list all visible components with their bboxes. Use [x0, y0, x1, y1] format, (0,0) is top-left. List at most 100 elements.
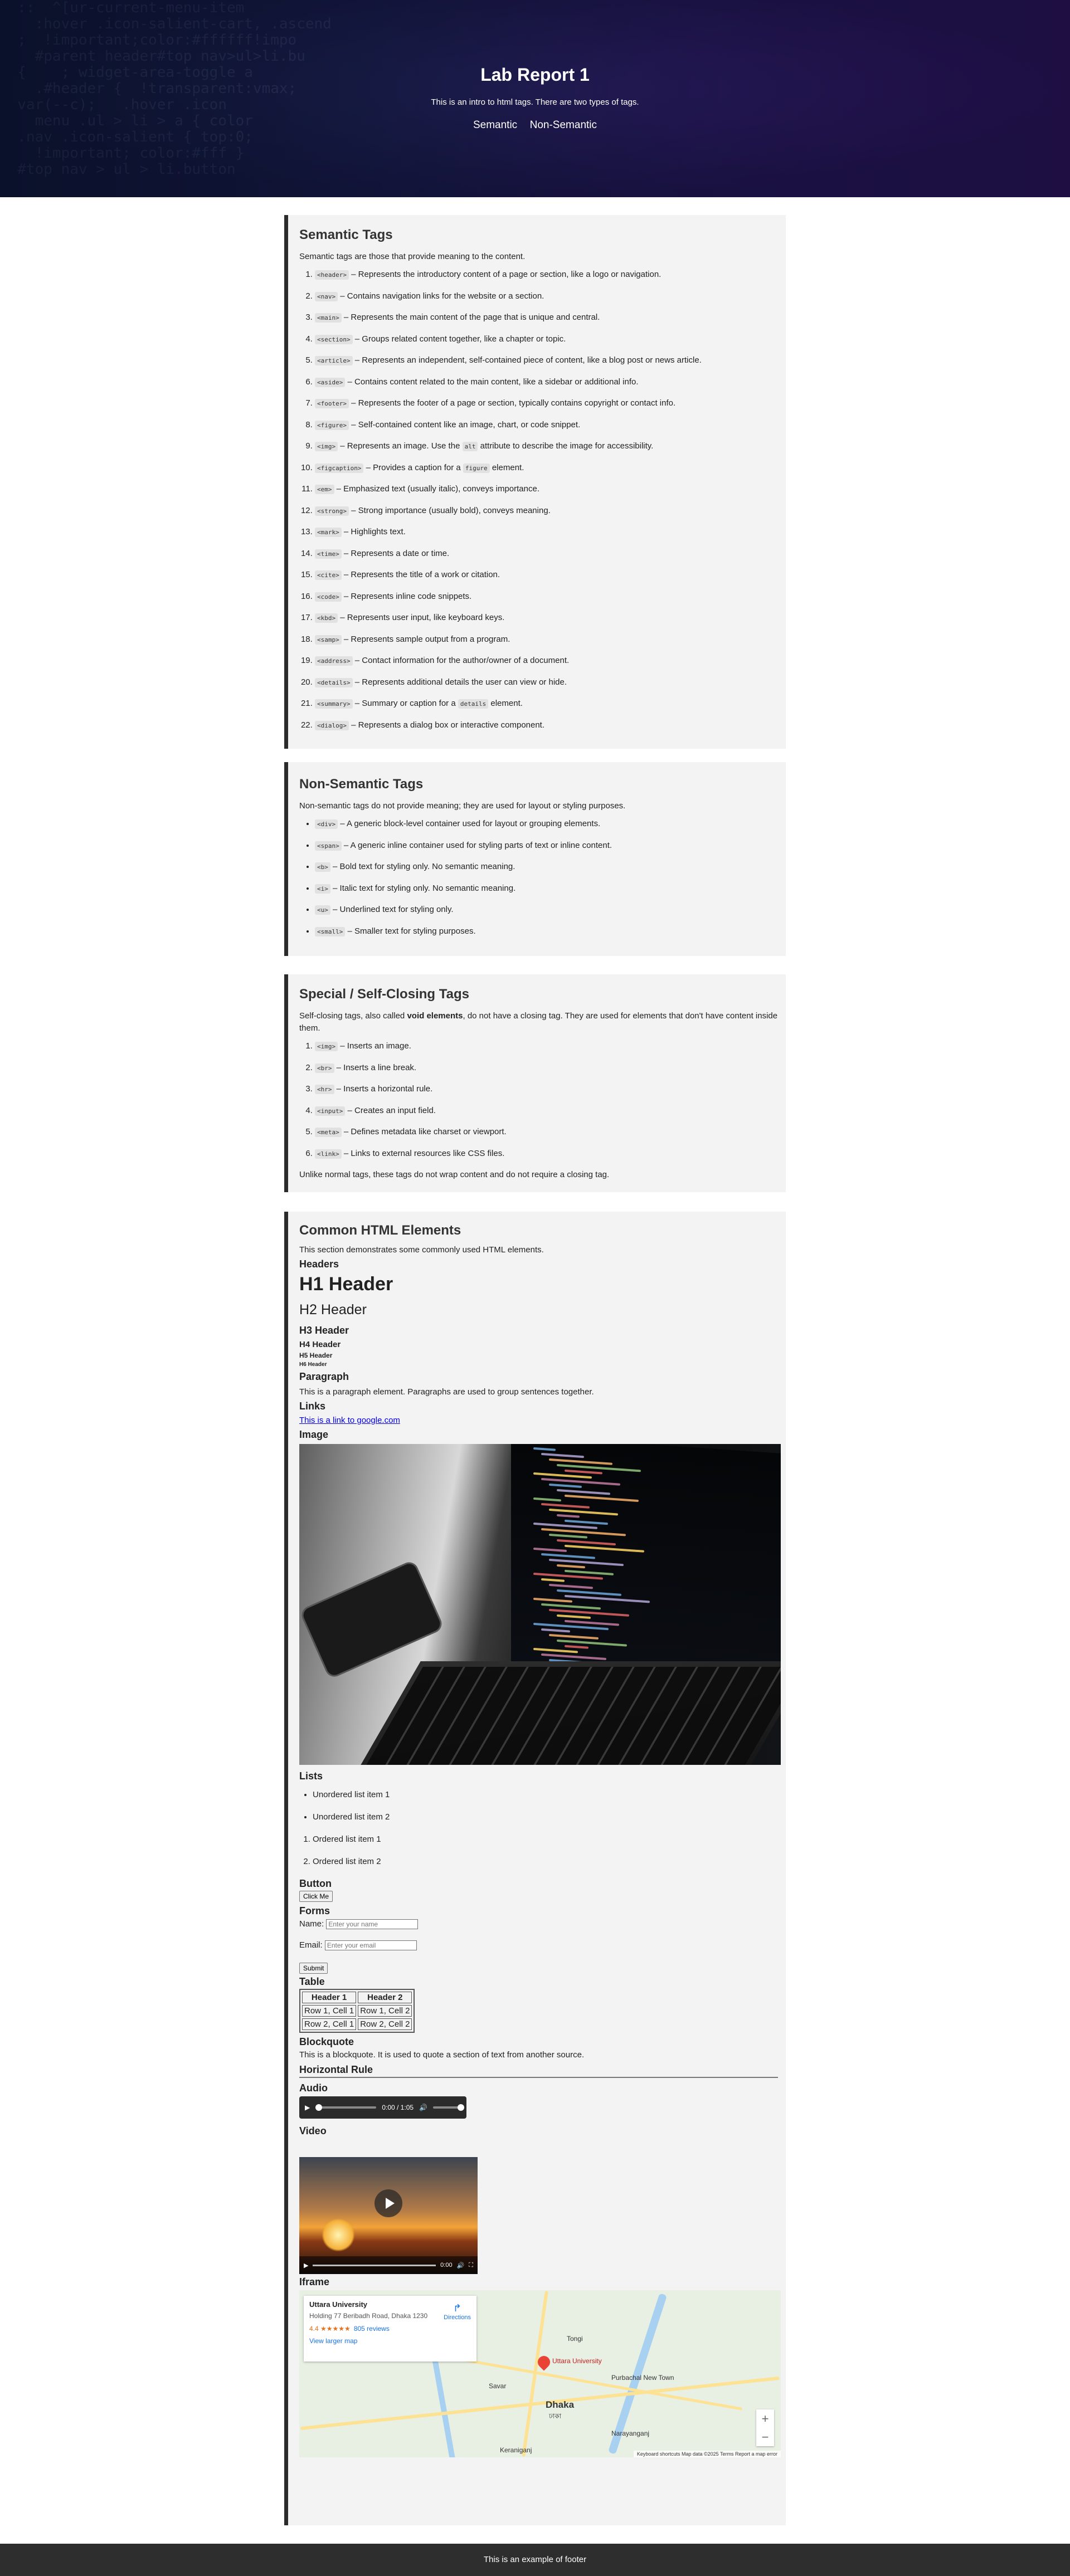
tag-code: <samp> — [315, 635, 342, 645]
self-closing-section: Special / Self-Closing Tags Self-closing… — [284, 974, 786, 1192]
tag-code: <cite> — [315, 570, 342, 580]
section-desc: Non-semantic tags do not provide meaning… — [299, 801, 626, 811]
list-item: Ordered list item 2 — [313, 1856, 778, 1868]
table-label: Table — [299, 1976, 325, 1987]
tag-list-item: <mark> – Highlights text. — [315, 526, 778, 539]
tag-list-item: <span> – A generic inline container used… — [315, 840, 778, 852]
hr-label: Horizontal Rule — [299, 2064, 373, 2075]
directions-button[interactable]: ↱ Directions — [444, 2302, 471, 2321]
tag-code: <details> — [315, 677, 353, 687]
tag-list-item: <nav> – Contains navigation links for th… — [315, 290, 778, 303]
tag-code: <em> — [315, 485, 334, 494]
section-desc: Self-closing tags, also called void elem… — [299, 1011, 778, 1033]
tag-code: <input> — [315, 1106, 346, 1116]
h6-demo: H6 Header — [299, 1362, 327, 1368]
map-zoom-control[interactable]: + − — [756, 2409, 774, 2446]
common-elements-section: Common HTML Elements This section demons… — [284, 1212, 786, 2525]
tag-list-item: <b> – Bold text for styling only. No sem… — [315, 861, 778, 874]
tag-code: figure — [463, 463, 490, 473]
tag-code: <img> — [315, 442, 338, 451]
play-icon[interactable]: ▶ — [304, 2262, 308, 2269]
section-desc: This section demonstrates some commonly … — [299, 1245, 544, 1255]
tag-code: <main> — [315, 313, 342, 323]
submit-button[interactable]: Submit — [299, 1963, 328, 1974]
tag-code: <br> — [315, 1063, 334, 1073]
view-larger-map-link[interactable]: View larger map — [309, 2337, 471, 2345]
tag-code: <mark> — [315, 528, 342, 537]
section-title: Special / Self-Closing Tags — [299, 987, 469, 1002]
semantic-section: Semantic Tags Semantic tags are those th… — [284, 215, 786, 749]
h1-demo: H1 Header — [299, 1274, 393, 1295]
tag-list-item: <input> – Creates an input field. — [315, 1105, 778, 1118]
volume-icon[interactable]: 🔊 — [419, 2104, 427, 2111]
tag-code: <time> — [315, 549, 342, 559]
list-item: Unordered list item 2 — [313, 1811, 778, 1823]
map-place-card: Uttara University Holding 77 Beribadh Ro… — [304, 2296, 476, 2362]
tag-code: <section> — [315, 334, 353, 344]
header-nav: Semantic Non-Semantic — [0, 119, 1070, 131]
email-input[interactable] — [324, 1940, 417, 1950]
tag-list-item: <link> – Links to external resources lik… — [315, 1148, 778, 1160]
tag-code: <footer> — [315, 399, 349, 408]
tag-code: alt — [462, 442, 478, 451]
map-attribution: Keyboard shortcuts Map data ©2025 Terms … — [633, 2451, 781, 2457]
map-city-label-bn: ঢাকা — [549, 2412, 562, 2420]
tag-code: <address> — [315, 656, 353, 666]
tag-code: <i> — [315, 884, 330, 894]
table-header: Header 2 — [358, 1992, 412, 2003]
map-city-label: Dhaka — [546, 2399, 575, 2410]
google-map-embed[interactable]: Uttara University Holding 77 Beribadh Ro… — [299, 2290, 781, 2457]
volume-icon[interactable]: 🔊 — [457, 2262, 465, 2269]
tag-code: <dialog> — [315, 720, 349, 730]
tag-code: <code> — [315, 592, 342, 602]
zoom-in-icon: + — [761, 2412, 769, 2426]
section-desc: Semantic tags are those that provide mea… — [299, 252, 526, 261]
tag-code: <figcaption> — [315, 463, 364, 473]
horizontal-rule — [299, 2077, 778, 2078]
laptop-photo — [299, 1444, 781, 1765]
tag-list-item: <kbd> – Represents user input, like keyb… — [315, 612, 778, 625]
tag-code: <span> — [315, 841, 342, 851]
lists-label: Lists — [299, 1770, 323, 1782]
page-header: :: ^[ur-current-menu-item :hover .icon-s… — [0, 0, 1070, 197]
button-label: Button — [299, 1878, 332, 1889]
click-me-button[interactable]: Click Me — [299, 1891, 333, 1902]
h3-demo: H3 Header — [299, 1325, 349, 1336]
fullscreen-icon[interactable]: ⛶ — [469, 2262, 473, 2269]
tag-list-item: <img> – Represents an image. Use the alt… — [315, 440, 778, 453]
video-label: Video — [299, 2125, 327, 2136]
audio-player[interactable]: ▶ 0:00 / 1:05 🔊 — [299, 2096, 466, 2119]
table-header: Header 1 — [302, 1992, 357, 2003]
tag-list-item: <figure> – Self-contained content like a… — [315, 419, 778, 432]
video-seek-bar[interactable] — [313, 2264, 436, 2266]
nav-link-semantic[interactable]: Semantic — [473, 119, 517, 131]
tag-list-item: <header> – Represents the introductory c… — [315, 269, 778, 281]
tag-code: details — [458, 699, 489, 709]
iframe-label: Iframe — [299, 2276, 330, 2287]
volume-slider[interactable] — [433, 2104, 464, 2111]
directions-icon: ↱ — [453, 2302, 462, 2314]
tag-code: <kbd> — [315, 613, 338, 623]
map-reviews-link[interactable]: 805 reviews — [354, 2325, 390, 2333]
audio-seek-bar[interactable] — [315, 2104, 377, 2111]
nav-link-non-semantic[interactable]: Non-Semantic — [530, 119, 597, 131]
headers-label: Headers — [299, 1258, 339, 1270]
tag-list-item: <main> – Represents the main content of … — [315, 311, 778, 324]
play-icon[interactable]: ▶ — [305, 2104, 310, 2111]
tag-list-item: <code> – Represents inline code snippets… — [315, 591, 778, 603]
google-link[interactable]: This is a link to google.com — [299, 1416, 400, 1425]
section-title: Semantic Tags — [299, 227, 393, 242]
tag-list-item: <dialog> – Represents a dialog box or in… — [315, 719, 778, 732]
tag-code: <header> — [315, 270, 349, 280]
tag-list-item: <aside> – Contains content related to th… — [315, 376, 778, 389]
video-player[interactable]: ▶ 0:00 🔊 ⛶ — [299, 2157, 478, 2274]
tag-list-item: <address> – Contact information for the … — [315, 655, 778, 667]
tag-code: <div> — [315, 819, 338, 829]
video-play-icon[interactable] — [374, 2189, 402, 2217]
tag-code: <u> — [315, 905, 330, 915]
name-input[interactable] — [326, 1919, 419, 1929]
table-row: Row 2, Cell 1 Row 2, Cell 2 — [302, 2018, 412, 2030]
tag-code: <link> — [315, 1149, 342, 1159]
tag-list-item: <small> – Smaller text for styling purpo… — [315, 925, 778, 938]
tag-list-item: <em> – Emphasized text (usually italic),… — [315, 483, 778, 496]
